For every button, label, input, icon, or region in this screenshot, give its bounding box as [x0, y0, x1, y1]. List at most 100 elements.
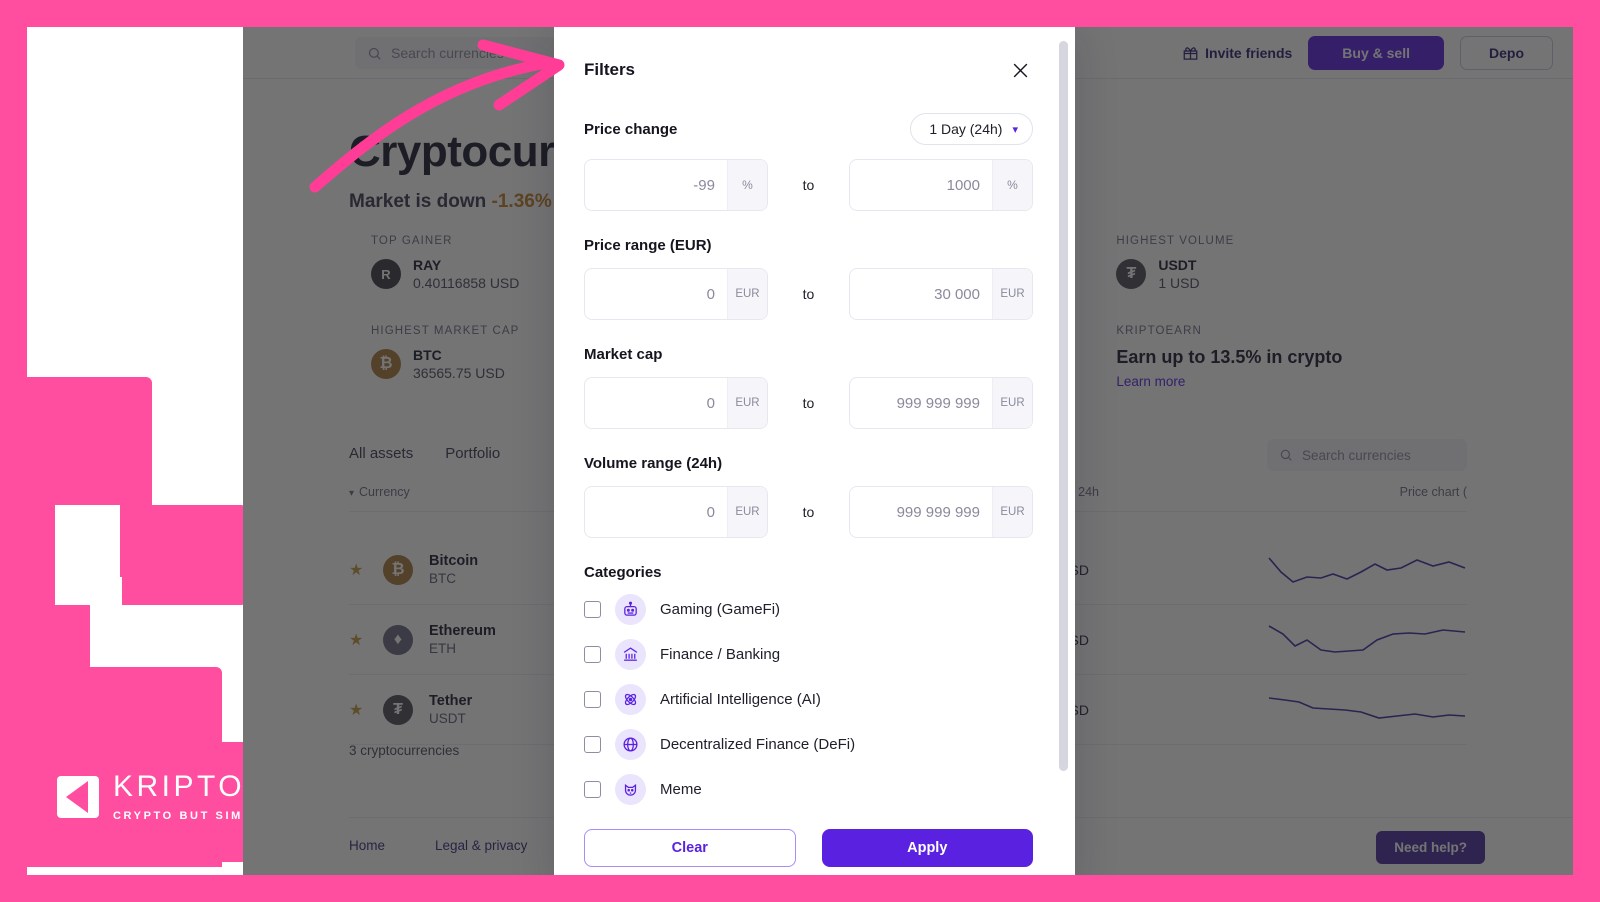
star-icon[interactable]: ★ [349, 560, 383, 580]
stat-card-value: 36565.75 USD [413, 365, 505, 381]
footer-link-legal-privacy[interactable]: Legal & privacy [435, 838, 527, 853]
price-range-to-field[interactable]: 30 000 EUR [849, 268, 1033, 320]
table-search-input[interactable]: Search currencies [1267, 439, 1467, 471]
crypto-count-label: 3 cryptocurrencies [349, 743, 460, 758]
category-label-gaming: Gaming (GameFi) [660, 601, 781, 618]
gift-icon [1183, 46, 1198, 60]
dog-face-icon [615, 774, 646, 805]
market-cap-from-field[interactable]: 0 EUR [584, 377, 768, 429]
search-placeholder: Search currencies [391, 45, 504, 61]
asset-tabs: All assets Portfolio [349, 445, 500, 462]
category-checkbox-finance[interactable] [584, 646, 601, 663]
sparkline-chart [1089, 550, 1467, 590]
deposit-button[interactable]: Depo [1460, 36, 1553, 70]
category-label-defi: Decentralized Finance (DeFi) [660, 736, 856, 753]
star-icon[interactable]: ★ [349, 630, 383, 650]
modal-scrollbar-track[interactable] [1059, 41, 1068, 771]
globe-icon [615, 729, 646, 760]
stat-card-value: 1 USD [1158, 275, 1200, 291]
decorative-block-white [55, 505, 120, 605]
range-to-word: to [802, 504, 815, 520]
stat-card-symbol: RAY [413, 257, 442, 273]
volume-range-label: Volume range (24h) [584, 455, 723, 472]
price-change-label: Price change [584, 120, 678, 138]
stat-card-symbol: USDT [1158, 257, 1197, 273]
page-canvas: KRIPTOMAT CRYPTO BUT SIMPLE Search curre… [27, 27, 1573, 875]
volume-range-to-unit: EUR [992, 487, 1032, 537]
kriptoearn-card[interactable]: KRIPTOEARN Earn up to 13.5% in crypto Le… [1094, 307, 1467, 405]
market-cap-from-unit: EUR [726, 378, 767, 428]
invite-friends-link[interactable]: Invite friends [1183, 45, 1292, 61]
filters-modal-footer: Clear Apply [554, 808, 1075, 875]
market-cap-range-row: 0 EUR to 999 999 999 EUR [584, 377, 1033, 429]
period-select[interactable]: 1 Day (24h) ▾ [910, 113, 1033, 145]
price-change-from-unit: % [726, 160, 767, 210]
market-cap-to-value: 999 999 999 [896, 394, 980, 412]
close-button[interactable] [1007, 57, 1033, 83]
usdt-coin-icon: ₮ [1116, 259, 1147, 289]
price-change-to-field[interactable]: 1000 % [849, 159, 1033, 211]
volume-range-from-field[interactable]: 0 EUR [584, 486, 768, 538]
price-range-to-unit: EUR [992, 269, 1032, 319]
price-range-from-field[interactable]: 0 EUR [584, 268, 768, 320]
stat-card-label: HIGHEST VOLUME [1116, 235, 1235, 247]
range-to-word: to [802, 177, 815, 193]
market-status-prefix: Market is down [349, 191, 492, 212]
category-label-meme: Meme [660, 781, 702, 798]
robot-icon [615, 594, 646, 625]
stat-card-column-right: HIGHEST VOLUME ₮ USDT 1 USD KRIPTOEARN E… [1094, 217, 1467, 405]
price-change-section-header: Price change 1 Day (24h) ▾ [584, 113, 1033, 145]
market-cap-to-unit: EUR [992, 378, 1032, 428]
ray-coin-icon: R [371, 259, 401, 289]
tab-all-assets[interactable]: All assets [349, 445, 413, 462]
volume-range-row: 0 EUR to 999 999 999 EUR [584, 486, 1033, 538]
category-row-ai[interactable]: Artificial Intelligence (AI) [584, 677, 1033, 722]
topbar-actions: Invite friends Buy & sell Depo [1183, 36, 1553, 70]
price-change-from-value: -99 [693, 176, 715, 194]
star-icon[interactable]: ★ [349, 700, 383, 720]
period-select-value: 1 Day (24h) [929, 121, 1003, 137]
category-checkbox-gaming[interactable] [584, 601, 601, 618]
filters-modal-header: Filters [584, 57, 1033, 83]
pink-frame: KRIPTOMAT CRYPTO BUT SIMPLE Search curre… [0, 0, 1600, 902]
market-cap-to-field[interactable]: 999 999 999 EUR [849, 377, 1033, 429]
apply-button[interactable]: Apply [821, 829, 1033, 867]
category-row-finance[interactable]: Finance / Banking [584, 632, 1033, 677]
market-cap-label: Market cap [584, 346, 663, 363]
stat-card-value: 0.40116858 USD [413, 275, 520, 291]
kriptoearn-learn-more-link[interactable]: Learn more [1116, 374, 1445, 389]
market-change-value: -1.36% [491, 191, 552, 212]
categories-label: Categories [584, 564, 662, 581]
price-range-row: 0 EUR to 30 000 EUR [584, 268, 1033, 320]
column-header-price-chart: Price chart ( [1399, 485, 1467, 499]
buy-sell-button[interactable]: Buy & sell [1308, 36, 1444, 70]
modal-scrollbar-thumb[interactable] [1059, 41, 1068, 771]
category-row-defi[interactable]: Decentralized Finance (DeFi) [584, 722, 1033, 767]
eth-coin-icon: ♦ [383, 624, 413, 655]
tab-portfolio[interactable]: Portfolio [445, 445, 500, 462]
modal-title: Filters [584, 60, 636, 79]
footer-link-home[interactable]: Home [349, 838, 385, 853]
category-checkbox-ai[interactable] [584, 691, 601, 708]
category-checkbox-meme[interactable] [584, 781, 601, 798]
kriptoearn-headline: Earn up to 13.5% in crypto [1116, 347, 1343, 367]
clear-button[interactable]: Clear [584, 829, 796, 867]
category-row-gaming[interactable]: Gaming (GameFi) [584, 587, 1033, 632]
volume-range-to-field[interactable]: 999 999 999 EUR [849, 486, 1033, 538]
table-search-placeholder: Search currencies [1302, 447, 1411, 463]
range-to-word: to [802, 395, 815, 411]
volume-range-from-unit: EUR [726, 487, 767, 537]
market-cap-from-value: 0 [706, 394, 715, 412]
stat-card-highest-volume[interactable]: HIGHEST VOLUME ₮ USDT 1 USD [1094, 217, 1467, 307]
price-change-from-field[interactable]: -99 % [584, 159, 768, 211]
invite-friends-label: Invite friends [1205, 45, 1293, 61]
category-checkbox-defi[interactable] [584, 736, 601, 753]
category-label-ai: Artificial Intelligence (AI) [660, 691, 821, 708]
sparkline-chart [1089, 690, 1467, 730]
atom-icon [615, 684, 646, 715]
category-row-meme[interactable]: Meme [584, 767, 1033, 808]
usdt-coin-icon: ₮ [383, 694, 413, 725]
filters-modal-body: Filters Price change 1 Day (24h) ▾ -99 %… [554, 27, 1075, 808]
need-help-button[interactable]: Need help? [1376, 831, 1485, 864]
chevron-down-icon: ▾ [349, 488, 355, 499]
